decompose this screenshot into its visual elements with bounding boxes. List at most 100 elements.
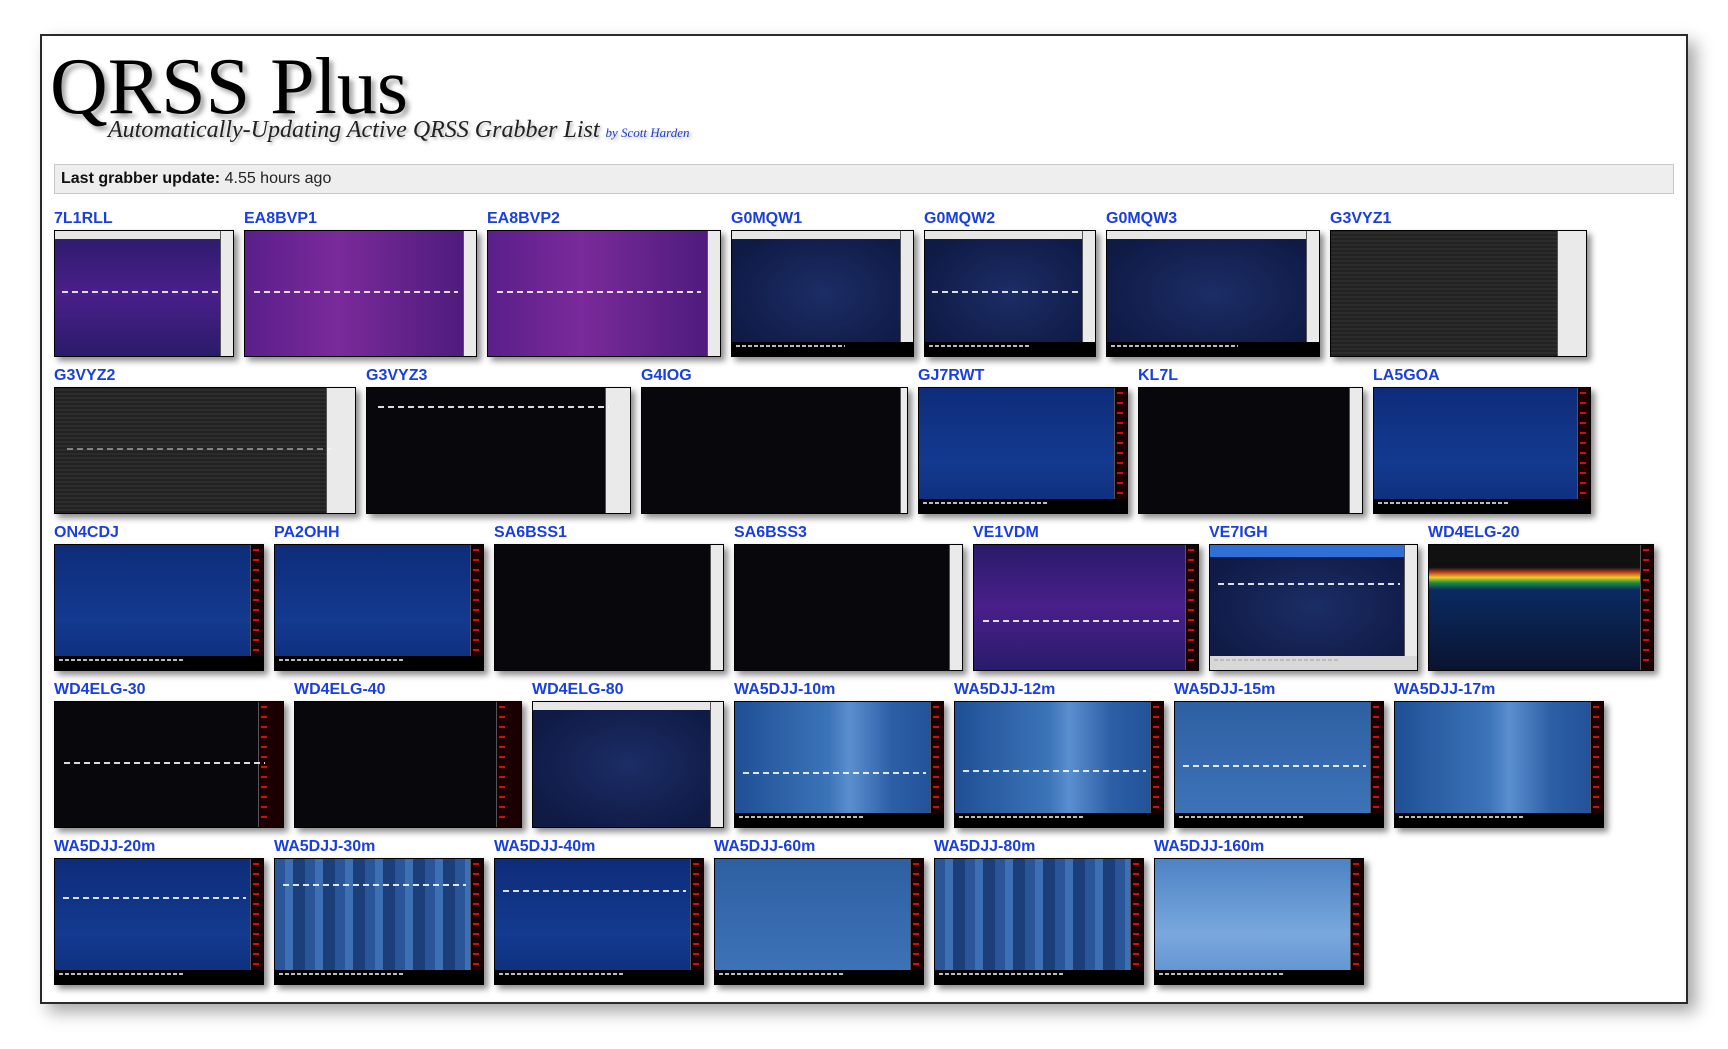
grabber-link[interactable]: ON4CDJ	[54, 524, 264, 544]
grabber-tile[interactable]: WA5DJJ-17m	[1394, 681, 1604, 828]
grabber-tile[interactable]: VE1VDM	[973, 524, 1199, 671]
grabber-tile[interactable]: G0MQW1	[731, 210, 914, 357]
grabber-link[interactable]: WA5DJJ-80m	[934, 838, 1144, 858]
grabber-thumbnail[interactable]	[1373, 387, 1591, 514]
grabber-link[interactable]: WD4ELG-20	[1428, 524, 1654, 544]
grabber-tile[interactable]: G3VYZ3	[366, 367, 631, 514]
grabber-tile[interactable]: G3VYZ1	[1330, 210, 1587, 357]
grabber-tile[interactable]: WD4ELG-30	[54, 681, 284, 828]
grabber-thumbnail[interactable]	[1330, 230, 1587, 357]
grabber-link[interactable]: WA5DJJ-10m	[734, 681, 944, 701]
grabber-link[interactable]: G0MQW3	[1106, 210, 1320, 230]
grabber-tile[interactable]: SA6BSS3	[734, 524, 963, 671]
grabber-link[interactable]: WA5DJJ-30m	[274, 838, 484, 858]
grabber-thumbnail[interactable]	[532, 701, 724, 828]
author-link[interactable]: Scott Harden	[621, 125, 689, 140]
grabber-thumbnail[interactable]	[973, 544, 1199, 671]
grabber-tile[interactable]: WA5DJJ-40m	[494, 838, 704, 985]
grabber-link[interactable]: PA2OHH	[274, 524, 484, 544]
grabber-link[interactable]: G4IOG	[641, 367, 908, 387]
grabber-tile[interactable]: WD4ELG-80	[532, 681, 724, 828]
grabber-link[interactable]: VE7IGH	[1209, 524, 1418, 544]
grabber-thumbnail[interactable]	[734, 701, 944, 828]
grabber-tile[interactable]: EA8BVP2	[487, 210, 721, 357]
grabber-tile[interactable]: GJ7RWT	[918, 367, 1128, 514]
grabber-tile[interactable]: ON4CDJ	[54, 524, 264, 671]
grabber-thumbnail[interactable]	[54, 544, 264, 671]
grabber-thumbnail[interactable]	[734, 544, 963, 671]
grabber-thumbnail[interactable]	[714, 858, 924, 985]
grabber-link[interactable]: LA5GOA	[1373, 367, 1591, 387]
grabber-thumbnail[interactable]	[274, 544, 484, 671]
grabber-link[interactable]: KL7L	[1138, 367, 1363, 387]
grabber-tile[interactable]: G0MQW2	[924, 210, 1096, 357]
grabber-link[interactable]: GJ7RWT	[918, 367, 1128, 387]
grabber-thumbnail[interactable]	[1154, 858, 1364, 985]
grabber-tile[interactable]: WA5DJJ-15m	[1174, 681, 1384, 828]
grabber-thumbnail[interactable]	[1174, 701, 1384, 828]
grabber-link[interactable]: G0MQW2	[924, 210, 1096, 230]
grabber-tile[interactable]: G0MQW3	[1106, 210, 1320, 357]
grabber-link[interactable]: G3VYZ3	[366, 367, 631, 387]
grabber-link[interactable]: WA5DJJ-17m	[1394, 681, 1604, 701]
grabber-tile[interactable]: WA5DJJ-160m	[1154, 838, 1364, 985]
grabber-thumbnail[interactable]	[487, 230, 721, 357]
grabber-link[interactable]: G0MQW1	[731, 210, 914, 230]
grabber-thumbnail[interactable]	[54, 858, 264, 985]
grabber-thumbnail[interactable]	[731, 230, 914, 357]
grabber-link[interactable]: WA5DJJ-40m	[494, 838, 704, 858]
grabber-thumbnail[interactable]	[918, 387, 1128, 514]
grabber-link[interactable]: EA8BVP2	[487, 210, 721, 230]
grabber-thumbnail[interactable]	[934, 858, 1144, 985]
grabber-link[interactable]: WA5DJJ-160m	[1154, 838, 1364, 858]
grabber-link[interactable]: EA8BVP1	[244, 210, 477, 230]
grabber-thumbnail[interactable]	[54, 230, 234, 357]
grabber-tile[interactable]: PA2OHH	[274, 524, 484, 671]
grabber-thumbnail[interactable]	[1138, 387, 1363, 514]
grabber-tile[interactable]: WA5DJJ-12m	[954, 681, 1164, 828]
grabber-thumbnail[interactable]	[1394, 701, 1604, 828]
grabber-link[interactable]: WA5DJJ-12m	[954, 681, 1164, 701]
grabber-tile[interactable]: G3VYZ2	[54, 367, 356, 514]
grabber-tile[interactable]: WA5DJJ-80m	[934, 838, 1144, 985]
grabber-link[interactable]: VE1VDM	[973, 524, 1199, 544]
grabber-tile[interactable]: LA5GOA	[1373, 367, 1591, 514]
grabber-tile[interactable]: WD4ELG-20	[1428, 524, 1654, 671]
grabber-tile[interactable]: WA5DJJ-20m	[54, 838, 264, 985]
grabber-thumbnail[interactable]	[494, 544, 724, 671]
grabber-thumbnail[interactable]	[54, 701, 284, 828]
grabber-link[interactable]: WA5DJJ-60m	[714, 838, 924, 858]
grabber-link[interactable]: WA5DJJ-20m	[54, 838, 264, 858]
grabber-link[interactable]: G3VYZ2	[54, 367, 356, 387]
grabber-link[interactable]: WA5DJJ-15m	[1174, 681, 1384, 701]
grabber-thumbnail[interactable]	[641, 387, 908, 514]
grabber-tile[interactable]: KL7L	[1138, 367, 1363, 514]
grabber-thumbnail[interactable]	[494, 858, 704, 985]
grabber-link[interactable]: WD4ELG-40	[294, 681, 522, 701]
grabber-link[interactable]: G3VYZ1	[1330, 210, 1587, 230]
grabber-thumbnail[interactable]	[1209, 544, 1418, 671]
grabber-link[interactable]: WD4ELG-30	[54, 681, 284, 701]
grabber-link[interactable]: SA6BSS1	[494, 524, 724, 544]
grabber-link[interactable]: SA6BSS3	[734, 524, 963, 544]
grabber-tile[interactable]: WD4ELG-40	[294, 681, 522, 828]
grabber-tile[interactable]: WA5DJJ-10m	[734, 681, 944, 828]
grabber-thumbnail[interactable]	[294, 701, 522, 828]
grabber-thumbnail[interactable]	[1106, 230, 1320, 357]
grabber-tile[interactable]: 7L1RLL	[54, 210, 234, 357]
grabber-thumbnail[interactable]	[924, 230, 1096, 357]
grabber-tile[interactable]: WA5DJJ-60m	[714, 838, 924, 985]
grabber-thumbnail[interactable]	[244, 230, 477, 357]
grabber-thumbnail[interactable]	[274, 858, 484, 985]
grabber-tile[interactable]: WA5DJJ-30m	[274, 838, 484, 985]
grabber-thumbnail[interactable]	[54, 387, 356, 514]
grabber-thumbnail[interactable]	[1428, 544, 1654, 671]
grabber-thumbnail[interactable]	[366, 387, 631, 514]
grabber-tile[interactable]: G4IOG	[641, 367, 908, 514]
grabber-tile[interactable]: SA6BSS1	[494, 524, 724, 671]
grabber-link[interactable]: 7L1RLL	[54, 210, 234, 230]
grabber-thumbnail[interactable]	[954, 701, 1164, 828]
grabber-tile[interactable]: VE7IGH	[1209, 524, 1418, 671]
grabber-link[interactable]: WD4ELG-80	[532, 681, 724, 701]
grabber-tile[interactable]: EA8BVP1	[244, 210, 477, 357]
